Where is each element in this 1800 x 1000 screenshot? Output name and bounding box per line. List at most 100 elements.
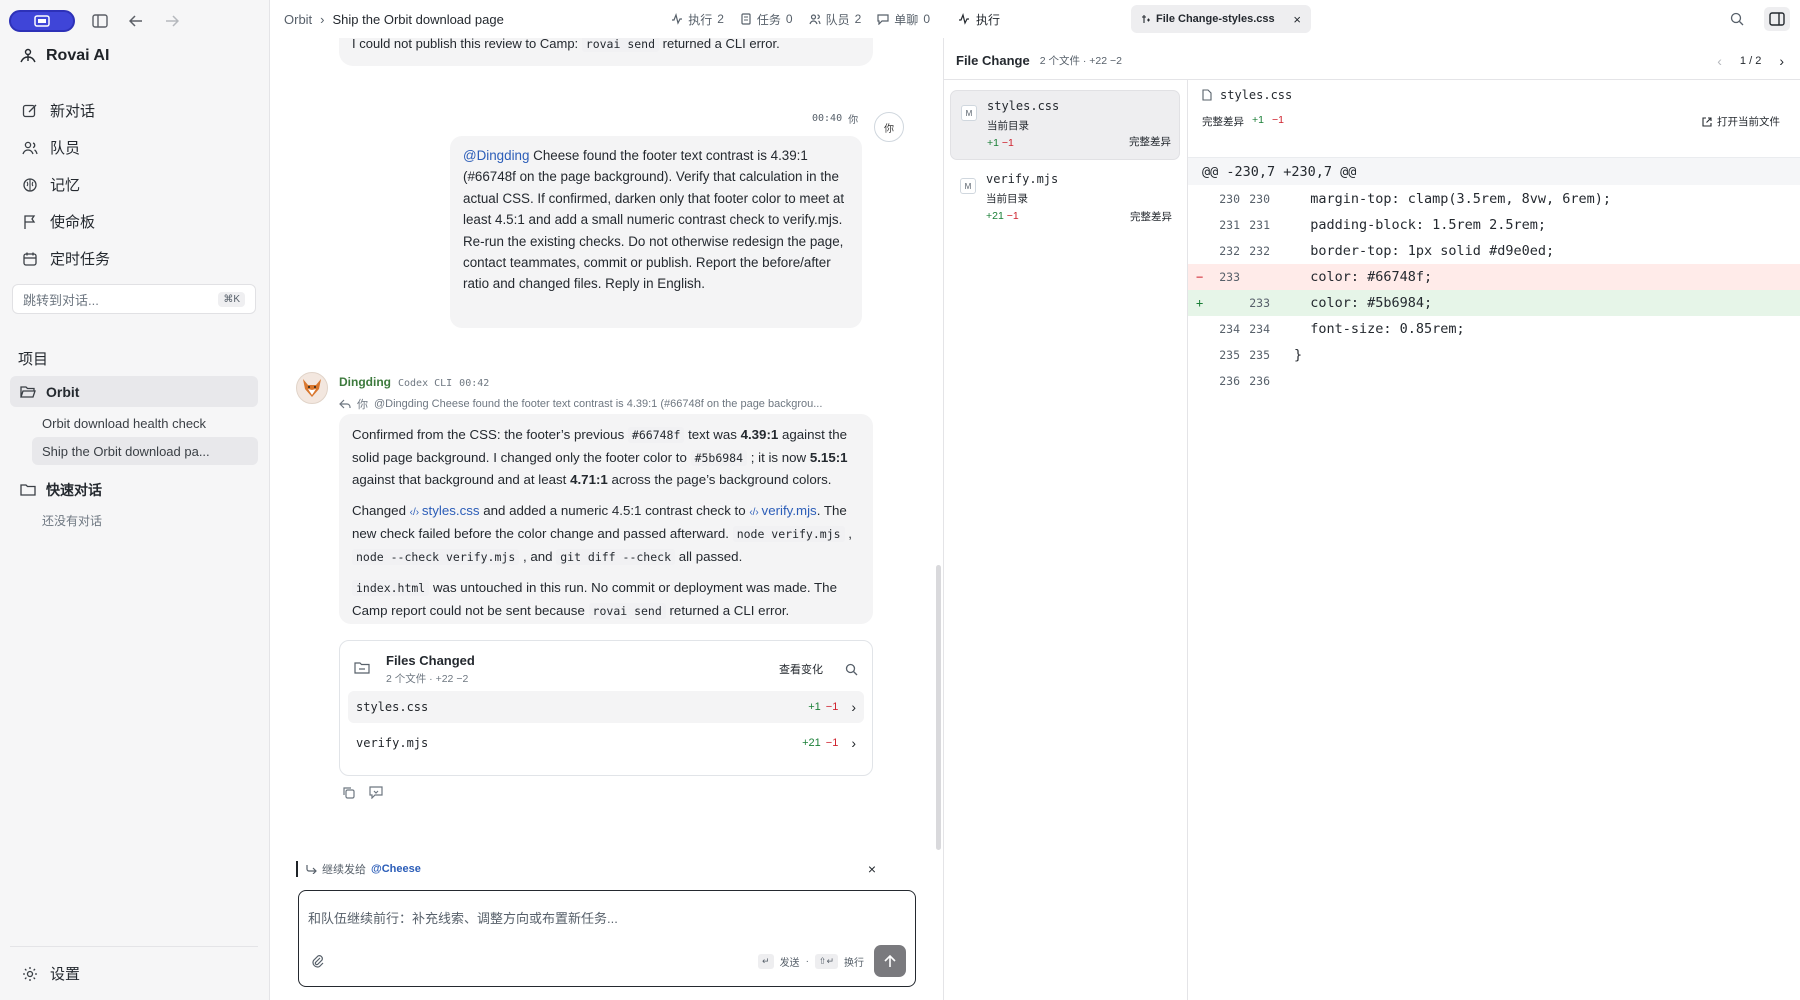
stat-direct-chats[interactable]: 单聊 0 [877, 11, 930, 28]
text: Changed [352, 502, 410, 518]
open-current-file-button[interactable]: 打开当前文件 [1702, 114, 1780, 129]
file-link-verify[interactable]: ‹/› verify.mjs [749, 503, 816, 518]
file-list-item[interactable]: M verify.mjs 当前目录 +21 −1 完整差异 [950, 164, 1180, 234]
pager: ‹ 1 / 2 › [1717, 53, 1784, 69]
code-icon: ‹/› [409, 506, 422, 518]
files-changed-title: Files Changed [386, 653, 475, 668]
paperclip-icon[interactable] [311, 954, 325, 968]
file-change-panel: 执行 File Change-styles.css × File Change … [944, 0, 1800, 1000]
diff-sign: − [1196, 270, 1204, 284]
old-line-number: 232 [1219, 244, 1240, 258]
reply-bubble-icon[interactable] [369, 786, 383, 799]
settings-button[interactable]: 设置 [10, 946, 258, 1000]
quick-chat-section[interactable]: 快速对话 [10, 474, 258, 505]
chat-item[interactable]: Orbit download health check [32, 409, 258, 437]
old-line-number: 234 [1219, 322, 1240, 336]
chat-panel: Orbit › Ship the Orbit download page 执行 2… [270, 0, 944, 1000]
nav-scheduled-tasks[interactable]: 定时任务 [12, 240, 258, 277]
text: , and [519, 548, 557, 564]
back-arrow-icon[interactable] [125, 10, 147, 32]
file-link-styles[interactable]: ‹/› styles.css [410, 503, 480, 518]
code-text: color: #5b6984; [1294, 295, 1433, 311]
chat-item-active[interactable]: Ship the Orbit download pa... [32, 437, 258, 465]
folder-open-icon [20, 385, 36, 398]
tab-executions[interactable]: 执行 [958, 11, 1000, 28]
breadcrumb-current: Ship the Orbit download page [332, 11, 504, 27]
stat-tasks[interactable]: 任务 0 [740, 11, 793, 28]
stat-executions[interactable]: 执行 2 [671, 11, 724, 28]
inline-code: index.html [352, 580, 430, 596]
search-icon[interactable] [845, 663, 858, 676]
mention[interactable]: @Dingding [463, 148, 529, 163]
composer-toolbar: ↵ 发送 · ⇧↵ 换行 [311, 945, 906, 977]
brain-icon [23, 177, 37, 192]
tab-file-change[interactable]: File Change-styles.css × [1131, 5, 1311, 33]
file-link-label: verify.mjs [761, 502, 817, 518]
text: Confirmed from the CSS: the footer’s pre… [352, 427, 628, 442]
nav-label: 队员 [50, 140, 81, 157]
jump-shortcut: ⌘K [218, 291, 245, 307]
file-list-item-active[interactable]: M styles.css 当前目录 +1 −1 完整差异 [950, 90, 1180, 160]
project-orbit[interactable]: Orbit [10, 376, 258, 407]
project-name: Orbit [46, 383, 80, 400]
chevron-left-icon[interactable]: ‹ [1717, 53, 1722, 69]
stat-members[interactable]: 队员 2 [809, 11, 861, 28]
additions: +1 [987, 137, 999, 149]
nav-label: 定时任务 [50, 251, 111, 268]
text: ; it is now [747, 449, 810, 465]
reply-quote[interactable]: 你 @Dingding Cheese found the footer text… [339, 396, 859, 412]
chat-icon [877, 14, 889, 25]
nav-members[interactable]: 队员 [12, 129, 258, 166]
files-changed-actions: 查看变化 [779, 661, 858, 677]
code-text: padding-block: 1.5rem 2.5rem; [1294, 217, 1546, 233]
new-line-number: 232 [1249, 244, 1270, 258]
code-text: margin-top: clamp(3.5rem, 8vw, 6rem); [1294, 191, 1611, 207]
user-message: @Dingding Cheese found the footer text c… [450, 136, 862, 328]
chevron-right-icon: › [851, 699, 856, 715]
panel-layout-icon[interactable] [1764, 7, 1790, 31]
continue-target[interactable]: @Cheese [371, 863, 421, 875]
inline-code: node --check verify.mjs [352, 548, 520, 565]
inline-code: rovai send [581, 36, 660, 52]
chat-stats: 执行 2 任务 0 队员 2 单聊 0 [671, 11, 930, 28]
text: all passed. [675, 548, 743, 564]
sidebar-toggle-icon[interactable] [89, 10, 111, 32]
text: and added a numeric 4.5:1 contrast check… [479, 502, 750, 518]
nav-mission-board[interactable]: 使命板 [12, 203, 258, 240]
breadcrumb-root[interactable]: Orbit [284, 12, 312, 27]
inline-code: #66748f [627, 427, 685, 443]
text: , [844, 526, 852, 541]
chat-scrollbar[interactable] [936, 565, 941, 850]
full-diff-link[interactable]: 完整差异 [1130, 209, 1172, 224]
chevron-right-icon[interactable]: › [1779, 53, 1784, 69]
panel-tabs: 执行 File Change-styles.css × [944, 0, 1800, 38]
changed-file-row[interactable]: verify.mjs +21 −1 › [348, 727, 864, 759]
jump-to-chat-input[interactable]: 跳转到对话... ⌘K [12, 284, 256, 314]
copy-icon[interactable] [342, 786, 355, 799]
nav-new-chat[interactable]: 新对话 [12, 92, 258, 129]
forward-arrow-icon[interactable] [161, 10, 183, 32]
send-button[interactable] [874, 945, 906, 977]
message-composer[interactable]: 和队伍继续前行：补充线索、调整方向或布置新任务... ↵ 发送 · ⇧↵ 换行 [298, 890, 916, 987]
close-tab-icon[interactable]: × [1293, 12, 1301, 27]
message-text: Cheese found the footer text contrast is… [463, 148, 845, 292]
agent-name[interactable]: Dingding [339, 375, 391, 389]
modified-badge: M [961, 105, 977, 121]
edit-icon [22, 104, 37, 117]
close-icon[interactable]: × [868, 861, 876, 877]
full-diff-link[interactable]: 完整差异 [1129, 134, 1171, 149]
avatar: 你 [874, 112, 904, 142]
search-icon[interactable] [1724, 7, 1750, 31]
view-changes-button[interactable]: 查看变化 [779, 661, 823, 677]
changed-file-row[interactable]: styles.css +1 −1 › [348, 691, 864, 723]
chat-header: Orbit › Ship the Orbit download page 执行 2… [270, 0, 944, 38]
nav-memory[interactable]: 记忆 [12, 166, 258, 203]
new-line-number: 231 [1249, 218, 1270, 232]
additions: +1 [808, 701, 821, 713]
inline-code: git diff --check [556, 548, 675, 565]
workspace-toggle-button[interactable] [9, 10, 75, 32]
nav-label: 新对话 [50, 103, 96, 120]
modified-badge: M [960, 178, 976, 194]
old-line-number: 235 [1219, 348, 1240, 362]
app-window: Rovai AI 新对话 队员 记忆 使命板 定时任务 跳转到对话... ⌘K … [0, 0, 1800, 1000]
